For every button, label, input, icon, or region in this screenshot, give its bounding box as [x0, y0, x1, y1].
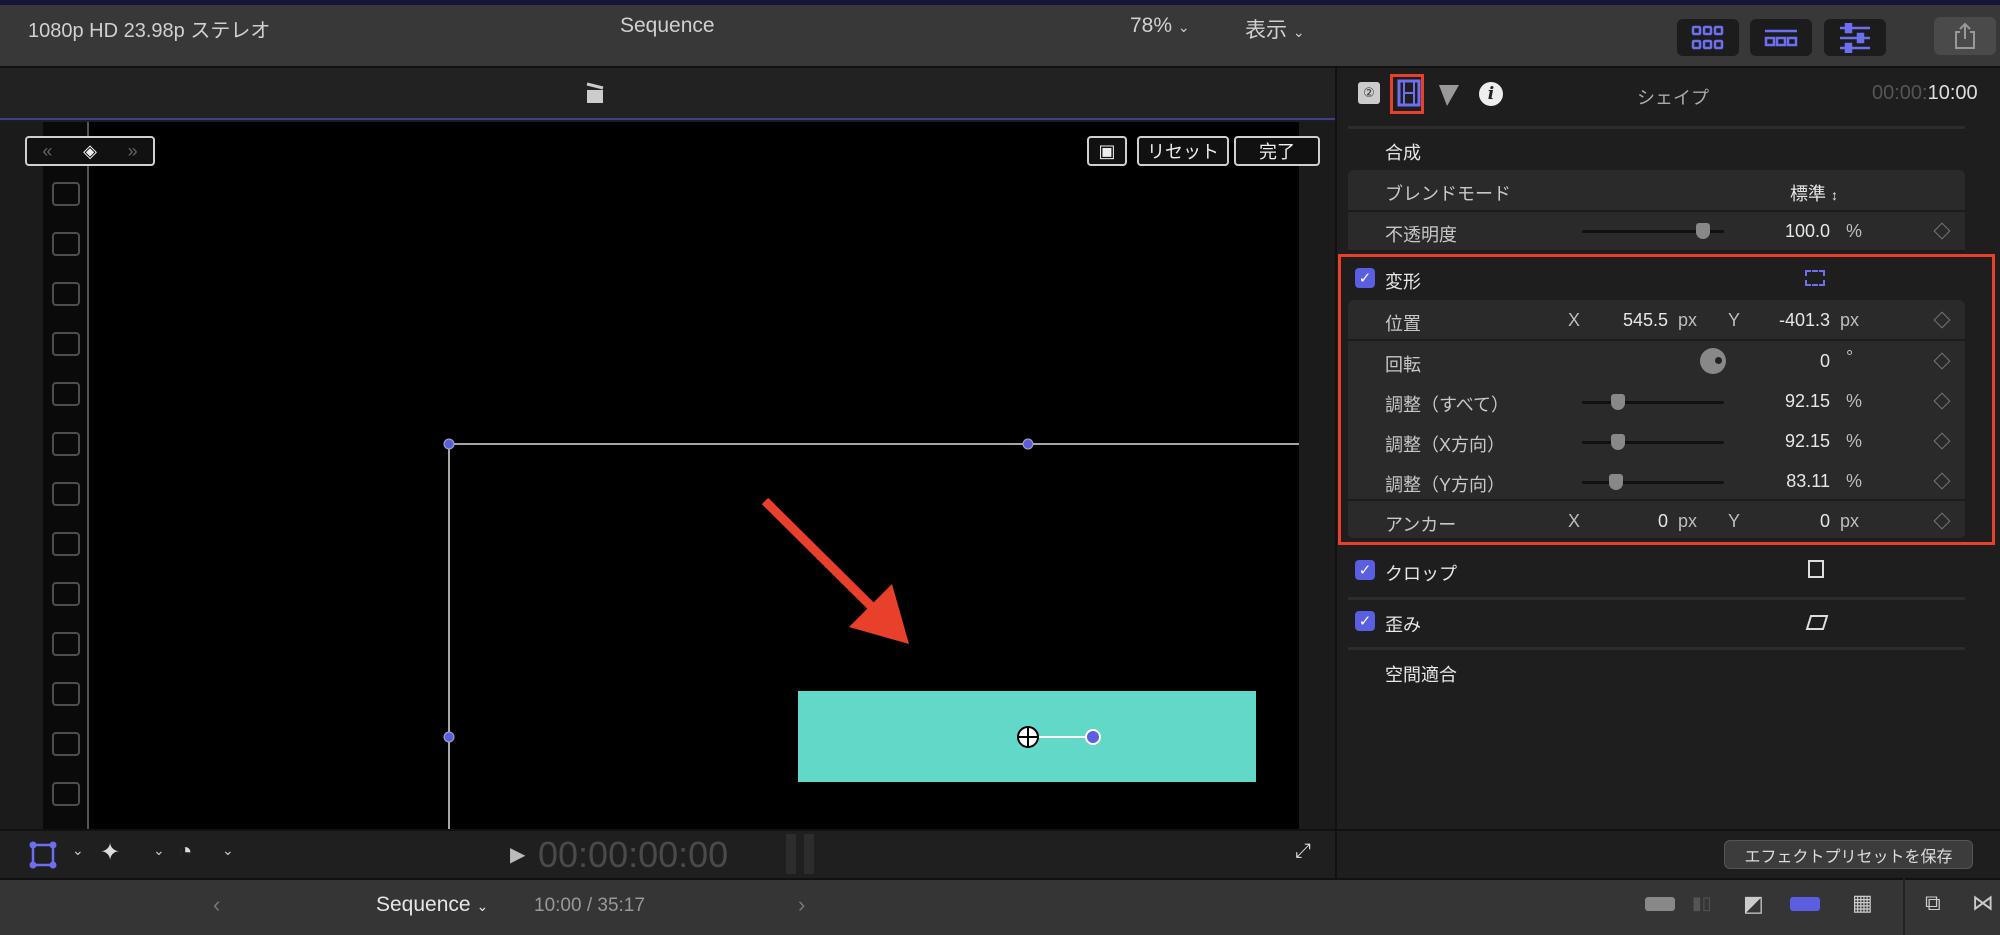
view-menu-label: 表示: [1245, 19, 1287, 42]
crop-checkbox[interactable]: ✓: [1355, 560, 1375, 580]
keyframe-nav: « ◈ »: [25, 136, 155, 166]
enhance-wand-icon[interactable]: ✦: [100, 838, 120, 867]
opacity-label: 不透明度: [1385, 225, 1457, 245]
chevron-down-icon[interactable]: ⌄: [222, 842, 234, 859]
save-effect-preset-button[interactable]: エフェクトプリセットを保存: [1724, 840, 1973, 869]
add-keyframe-icon[interactable]: ◈: [83, 141, 97, 162]
slider-knob[interactable]: [1696, 223, 1710, 239]
chevron-down-icon: ⌄: [476, 898, 489, 914]
red-arrow-annotation: [761, 497, 909, 644]
inspector-sliders-icon[interactable]: [1824, 19, 1886, 56]
fullscreen-icon[interactable]: ⤢: [1295, 840, 1311, 863]
up-down-chevron-icon: ↕: [1831, 187, 1839, 203]
section-distort: 歪み: [1385, 615, 1421, 635]
opacity-value[interactable]: 100.0: [1740, 221, 1830, 242]
done-button[interactable]: 完了: [1234, 136, 1320, 166]
zoom-value: 78%: [1130, 14, 1173, 37]
browser-grid-icon[interactable]: [1677, 19, 1739, 56]
snapping-icon[interactable]: [1790, 897, 1820, 911]
divider: [1348, 126, 1965, 129]
sequence-name: Sequence: [376, 893, 471, 916]
zoom-menu[interactable]: 78% ⌄: [1130, 14, 1190, 38]
transform-tool-icon[interactable]: [28, 840, 58, 875]
keyframe-checkbox[interactable]: [52, 582, 80, 606]
keyframe-checkbox[interactable]: [52, 182, 80, 206]
timecode-dim: 00:00:: [1872, 82, 1928, 104]
keyframe-checkbox[interactable]: [52, 432, 80, 456]
blend-mode-select[interactable]: 標準 ↕: [1790, 180, 1838, 206]
inspector-title: シェイプ: [1637, 88, 1709, 108]
chevron-down-icon[interactable]: ⌄: [72, 842, 84, 859]
section-crop: クロップ: [1385, 564, 1457, 584]
timecode-value: 10:00: [1927, 82, 1978, 104]
transform-handle: [443, 438, 455, 450]
crop-icon[interactable]: [1808, 560, 1824, 578]
keyframe-checkbox[interactable]: [52, 732, 80, 756]
retime-speed-icon[interactable]: ◔: [178, 838, 193, 866]
fit-frame-icon[interactable]: ▣: [1087, 136, 1127, 166]
info-inspector-icon[interactable]: i: [1479, 82, 1503, 106]
forward-arrow-icon[interactable]: ›: [798, 892, 805, 918]
clip-appearance-icon[interactable]: ▦: [1852, 890, 1873, 916]
sequence-duration: 10:00 / 35:17: [534, 895, 645, 916]
audio-skimming-icon[interactable]: ▮▯: [1692, 893, 1712, 914]
chevron-down-icon: ⌄: [1292, 24, 1305, 40]
viewer-title: Sequence: [620, 14, 715, 37]
section-spatial-conform: 空間適合: [1385, 665, 1457, 685]
keyframe-checkbox[interactable]: [52, 682, 80, 706]
audio-meter: [786, 834, 796, 874]
section-compositing: 合成: [1385, 143, 1421, 163]
inspector-timecode: 00:00:10:00: [1872, 82, 1978, 105]
keyframe-checkbox[interactable]: [52, 632, 80, 656]
canvas-overlay: [443, 438, 1299, 829]
headphones-icon[interactable]: ◩: [1743, 891, 1764, 917]
format-label: 1080p HD 23.98p ステレオ: [28, 20, 271, 42]
generator-inspector-icon[interactable]: ②: [1358, 82, 1380, 104]
back-arrow-icon[interactable]: ‹: [213, 892, 220, 918]
rotation-handle: [1085, 729, 1101, 745]
highlight-box: [1338, 254, 1995, 545]
play-icon[interactable]: ▶: [510, 842, 525, 867]
blend-mode-label: ブレンドモード: [1385, 184, 1511, 204]
keyframe-checkbox[interactable]: [52, 782, 80, 806]
effects-browser-icon[interactable]: ⧉: [1925, 890, 1941, 916]
sequence-menu[interactable]: Sequence ⌄: [376, 893, 488, 917]
keyframe-checkbox[interactable]: [52, 382, 80, 406]
distort-checkbox[interactable]: ✓: [1355, 611, 1375, 631]
reset-button[interactable]: リセット: [1137, 136, 1229, 166]
timecode-display: 00:00:00:00: [538, 834, 729, 875]
blend-mode-value: 標準: [1790, 184, 1826, 204]
audio-meter: [804, 834, 814, 874]
keyframe-checkbox[interactable]: [52, 332, 80, 356]
share-icon[interactable]: [1934, 17, 1996, 55]
transitions-browser-icon[interactable]: ⋈: [1972, 890, 1994, 916]
transform-handle: [1022, 438, 1034, 450]
highlight-box: [1390, 74, 1424, 114]
next-keyframe-icon[interactable]: »: [128, 141, 138, 162]
chevron-down-icon[interactable]: ⌄: [153, 842, 165, 859]
skimming-icon[interactable]: [1645, 897, 1675, 911]
keyframe-checkbox[interactable]: [52, 232, 80, 256]
timeline-icon[interactable]: [1750, 19, 1812, 56]
viewer-canvas[interactable]: [89, 122, 1299, 829]
color-inspector-icon[interactable]: [1438, 83, 1460, 112]
keyframe-strip: [43, 122, 89, 829]
keyframe-checkbox[interactable]: [52, 282, 80, 306]
keyframe-checkbox[interactable]: [52, 532, 80, 556]
previous-keyframe-icon[interactable]: «: [42, 141, 52, 162]
keyframe-checkbox[interactable]: [52, 482, 80, 506]
chevron-down-icon: ⌄: [1177, 19, 1190, 35]
opacity-slider[interactable]: [1582, 223, 1724, 239]
clapper-icon: [585, 82, 605, 103]
unit: %: [1846, 221, 1863, 241]
transform-handle: [443, 731, 455, 743]
distort-icon[interactable]: [1805, 612, 1829, 637]
view-menu[interactable]: 表示 ⌄: [1245, 14, 1305, 44]
viewer-header: [0, 68, 1335, 120]
